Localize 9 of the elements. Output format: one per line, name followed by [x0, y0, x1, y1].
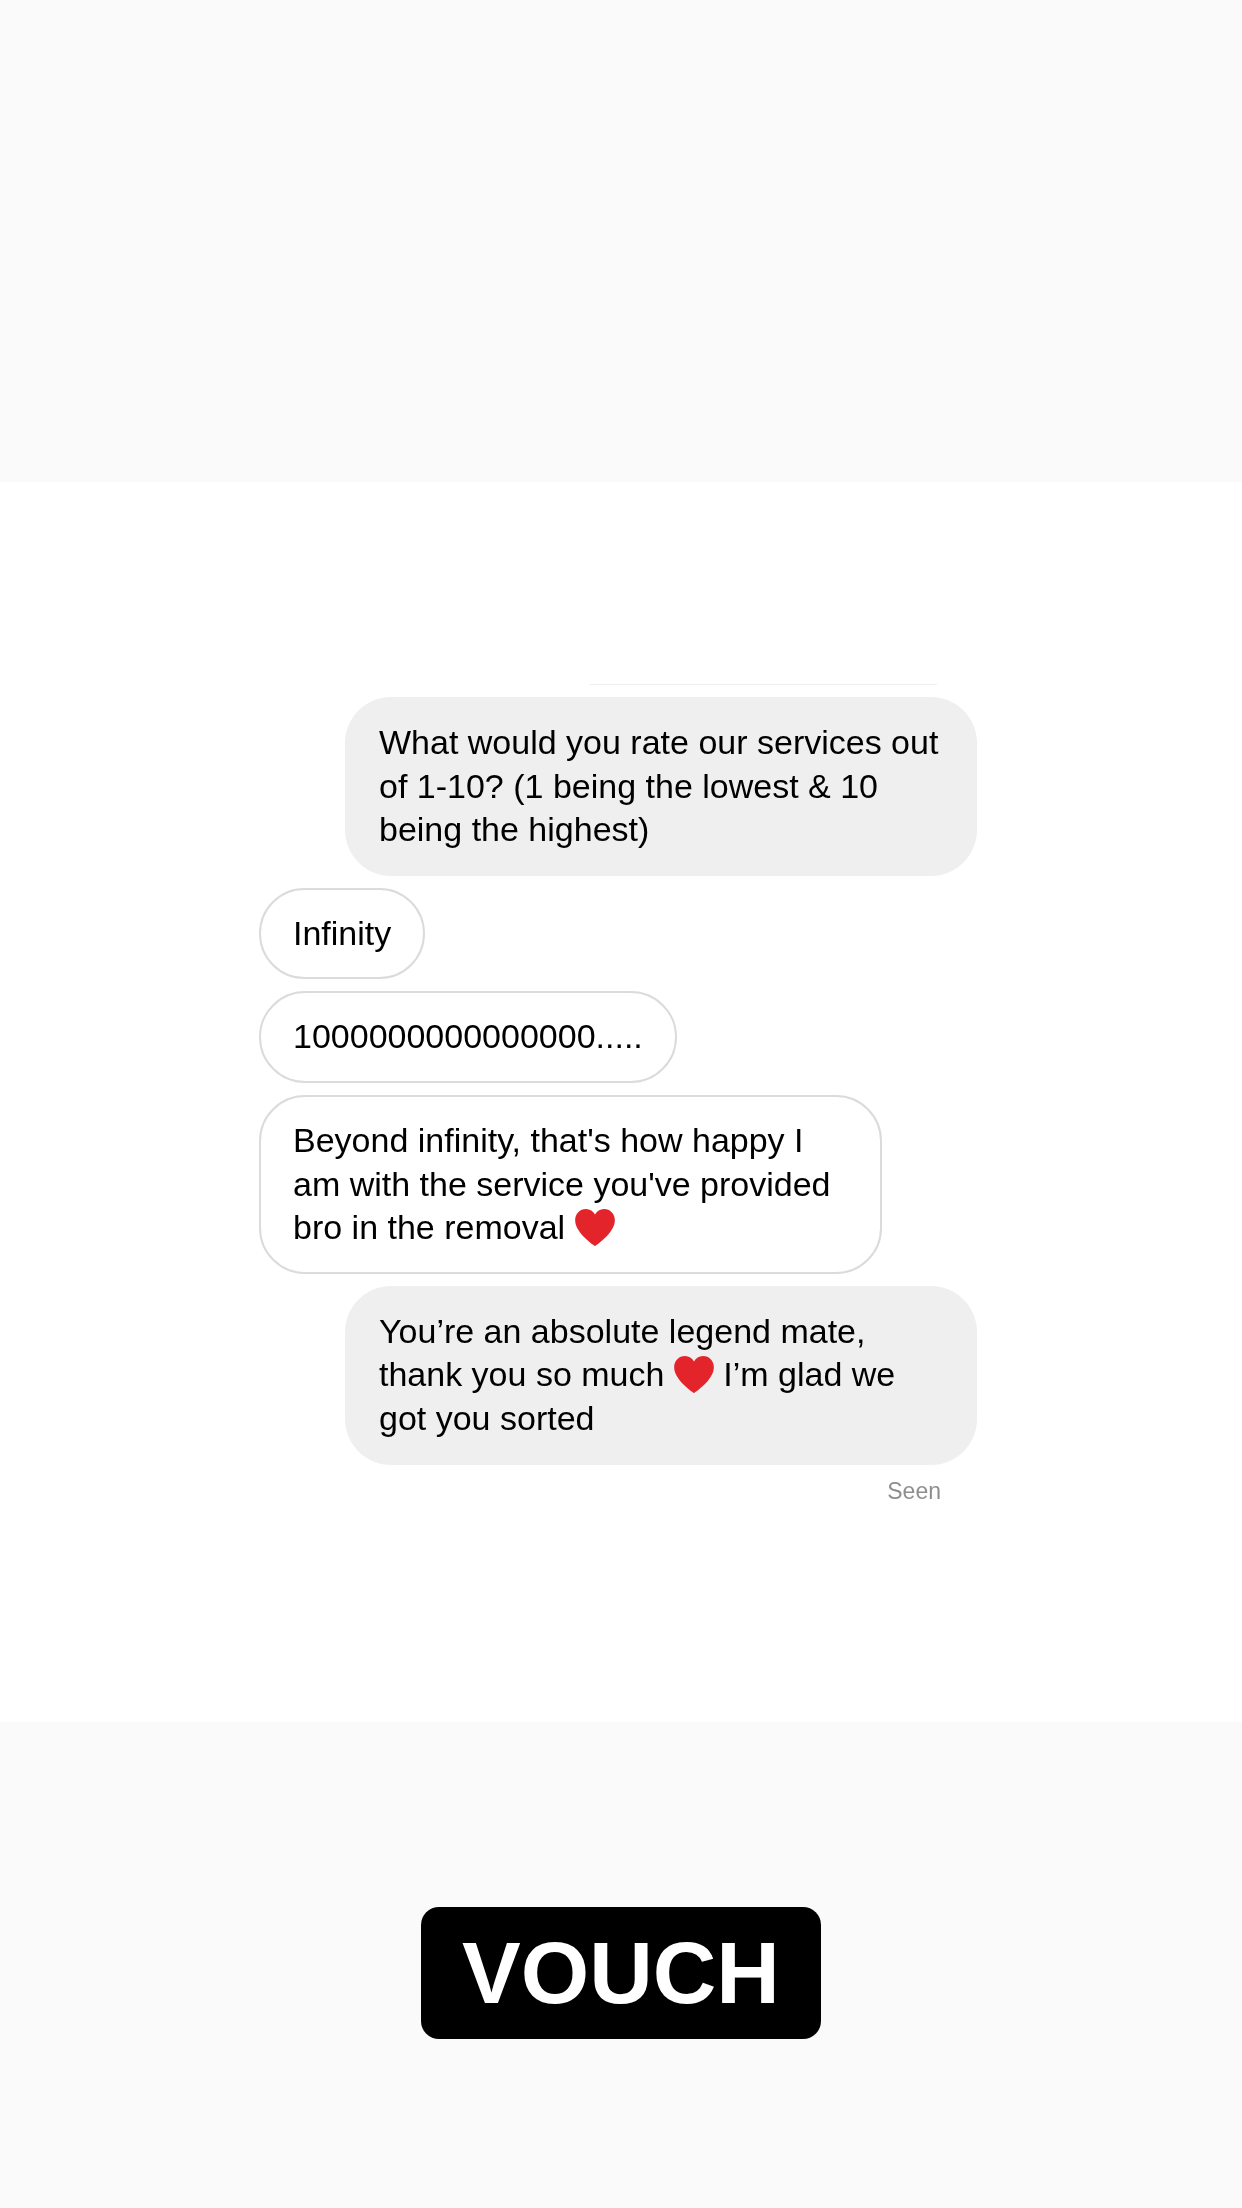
- message-text: What would you rate our services out of 1-10? (1 being the lowest & 10 being the highest): [379, 722, 940, 851]
- message-text: You’re an absolute legend mate, thank you so much I’m glad we got you sorted: [379, 1310, 897, 1439]
- message-text: Infinity: [293, 912, 392, 954]
- seen-label: Seen: [887, 1476, 941, 1505]
- vouch-label: VOUCH: [421, 1907, 821, 2039]
- heart-icon: [673, 1356, 714, 1394]
- message-text: Beyond infinity, that's how happy I am with the service you've provided bro in the removal: [293, 1119, 832, 1249]
- heart-icon: [574, 1209, 615, 1247]
- message-text: 1000000000000000.....: [293, 1016, 643, 1058]
